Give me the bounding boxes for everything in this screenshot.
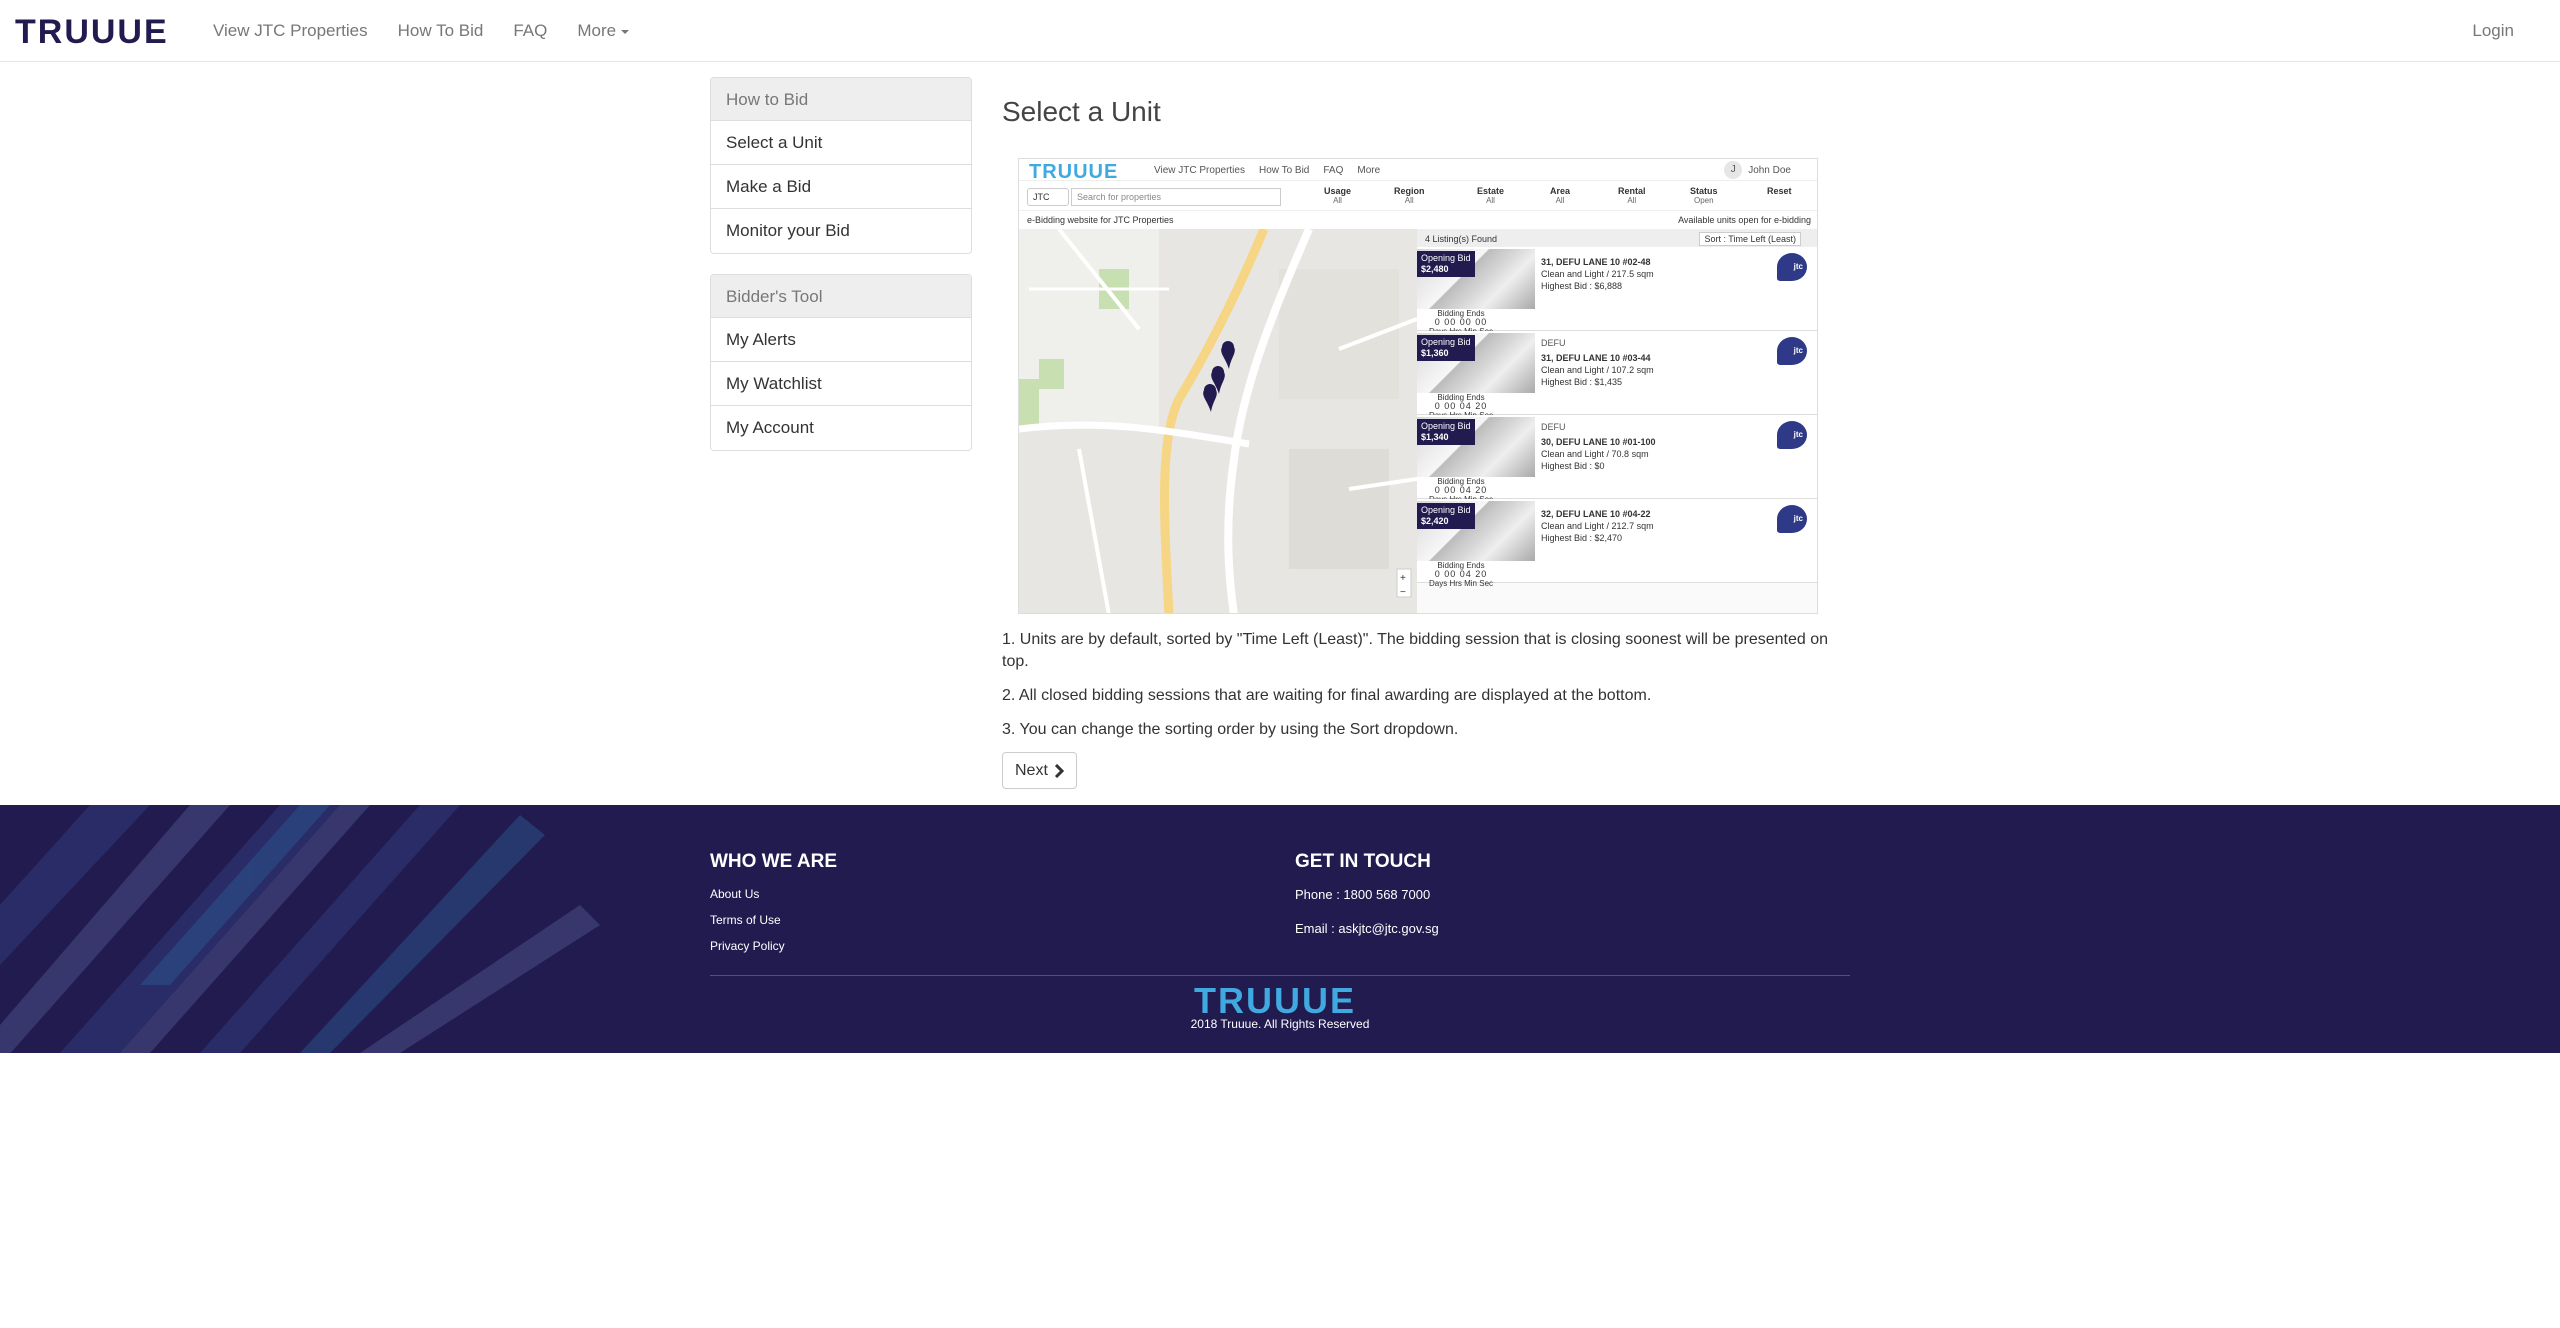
- nav-view-jtc-properties[interactable]: View JTC Properties: [198, 21, 383, 41]
- caret-down-icon: [621, 29, 630, 34]
- ss-search-box: Search for properties: [1071, 188, 1281, 206]
- ss-filter-estate: Estate All: [1477, 186, 1505, 205]
- truuue-logo: TRUUUE: [15, 16, 169, 46]
- step-1: 1. Units are by default, sorted by "Time…: [1002, 631, 1829, 670]
- ss-nav-link: More: [1357, 165, 1381, 176]
- footer-link-terms-of-use[interactable]: Terms of Use: [710, 913, 837, 927]
- step-3: 3. You can change the sorting order by u…: [1002, 721, 1459, 738]
- svg-text:TRUUUE: TRUUUE: [1194, 983, 1356, 1017]
- footer-heading-who: WHO WE ARE: [710, 851, 838, 872]
- sidebar: How to Bid Select a Unit Make a Bid Moni…: [710, 77, 972, 471]
- bidders-tool-group: Bidder's Tool My Alerts My Watchlist My …: [710, 274, 972, 451]
- main-content: Select a Unit TRUUUE View JTC Properties…: [1002, 96, 1850, 789]
- ss-username: John Doe: [1748, 164, 1791, 176]
- next-button[interactable]: Next: [1002, 752, 1077, 789]
- ss-filter-bar: JTC Search for properties Usage All Regio…: [1019, 181, 1817, 211]
- ss-filter-status: Status Open: [1690, 186, 1718, 205]
- jtc-badge-icon: jtc: [1777, 253, 1807, 281]
- footer-divider: [710, 975, 1850, 976]
- ss-listing-header: 4 Listing(s) Found Sort : Time Left (Lea…: [1417, 229, 1817, 247]
- ss-info-right: Available units open for e-bidding: [1678, 215, 1811, 225]
- example-screenshot: TRUUUE View JTC Properties How To Bid FA…: [1018, 158, 1818, 614]
- ss-listing-card: Opening Bid $1,360 Bidding Ends 0 00 04 20…: [1417, 331, 1817, 420]
- ss-filter-rental: Rental All: [1618, 186, 1646, 205]
- next-button-label: Next: [1015, 761, 1048, 779]
- sidebar-item-make-a-bid[interactable]: Make a Bid: [711, 165, 971, 209]
- svg-text:+: +: [1400, 573, 1406, 584]
- how-to-bid-group: How to Bid Select a Unit Make a Bid Moni…: [710, 77, 972, 254]
- sidebar-item-my-account[interactable]: My Account: [711, 406, 971, 450]
- ss-listing-card: Opening Bid $2,480 Bidding Ends 0 00 00 00…: [1417, 247, 1817, 336]
- group-heading-how-to-bid: How to Bid: [711, 78, 971, 121]
- page-title: Select a Unit: [1002, 96, 1161, 127]
- nav-faq[interactable]: FAQ: [498, 21, 562, 41]
- ss-filter-reset: Reset: [1767, 186, 1792, 196]
- jtc-badge-icon: jtc: [1777, 337, 1807, 365]
- svg-text:TRUUUE: TRUUUE: [1029, 162, 1118, 180]
- ss-nav-link: FAQ: [1323, 165, 1344, 176]
- footer-email[interactable]: Email : askjtc@jtc.gov.sg: [1295, 921, 1439, 936]
- ss-listing-card: Opening Bid $2,420 Bidding Ends 0 00 04 20…: [1417, 499, 1817, 588]
- ss-avatar: J: [1724, 161, 1743, 179]
- nav-more-label: More: [577, 21, 617, 40]
- footer-phone: Phone : 1800 568 7000: [1295, 887, 1431, 902]
- login-link[interactable]: Login: [2472, 0, 2514, 62]
- ss-navbar: TRUUUE View JTC Properties How To Bid FA…: [1019, 159, 1817, 183]
- ss-nav-link: How To Bid: [1258, 165, 1310, 176]
- ss-listing-panel: 4 Listing(s) Found Sort : Time Left (Lea…: [1417, 229, 1817, 613]
- brand-logo[interactable]: TRUUUE: [15, 12, 185, 50]
- sidebar-item-monitor-your-bid[interactable]: Monitor your Bid: [711, 209, 971, 253]
- footer-heading-contact: GET IN TOUCH: [1295, 851, 1431, 872]
- ss-map: + −: [1019, 227, 1418, 613]
- ss-filter-usage: Usage All: [1324, 186, 1352, 205]
- chevron-right-icon: [1054, 763, 1064, 778]
- ss-info-bar: e-Bidding website for JTC Properties Ava…: [1019, 211, 1817, 229]
- footer-link-privacy-policy[interactable]: Privacy Policy: [710, 939, 837, 953]
- group-heading-bidders-tool: Bidder's Tool: [711, 275, 971, 318]
- sidebar-item-select-a-unit[interactable]: Select a Unit: [711, 121, 971, 165]
- sidebar-item-my-alerts[interactable]: My Alerts: [711, 318, 971, 362]
- top-navbar: TRUUUE View JTC Properties How To Bid FA…: [0, 0, 2560, 62]
- ss-filter-area: Area All: [1550, 186, 1571, 205]
- footer-link-about-us[interactable]: About Us: [710, 887, 837, 901]
- ss-jtc-select: JTC: [1027, 188, 1069, 206]
- jtc-badge-icon: jtc: [1777, 421, 1807, 449]
- nav-how-to-bid[interactable]: How To Bid: [383, 21, 499, 41]
- svg-text:TRUUUE: TRUUUE: [15, 16, 169, 46]
- ss-filter-region: Region All: [1394, 186, 1425, 205]
- instruction-steps: 1. Units are by default, sorted by "Time…: [1002, 629, 1850, 753]
- ss-info-left: e-Bidding website for JTC Properties: [1027, 215, 1174, 225]
- ss-listing-card: Opening Bid $1,340 Bidding Ends 0 00 04 20…: [1417, 415, 1817, 504]
- svg-text:−: −: [1400, 587, 1406, 598]
- map-graphic: + −: [1019, 227, 1418, 613]
- jtc-badge-icon: jtc: [1777, 505, 1807, 533]
- footer: WHO WE ARE About Us Terms of Use Privacy…: [0, 805, 2560, 1053]
- step-2: 2. All closed bidding sessions that are …: [1002, 687, 1652, 704]
- sidebar-item-my-watchlist[interactable]: My Watchlist: [711, 362, 971, 406]
- footer-get-in-touch: GET IN TOUCH Phone : 1800 568 7000 Email…: [1295, 851, 1439, 955]
- ss-nav-link: View JTC Properties: [1154, 165, 1245, 176]
- nav-more-dropdown[interactable]: More: [562, 21, 644, 41]
- footer-stripes-decoration: [0, 805, 600, 1053]
- footer-who-we-are: WHO WE ARE About Us Terms of Use Privacy…: [710, 851, 837, 965]
- footer-copyright: 2018 Truuue. All Rights Reserved: [1190, 1017, 1370, 1031]
